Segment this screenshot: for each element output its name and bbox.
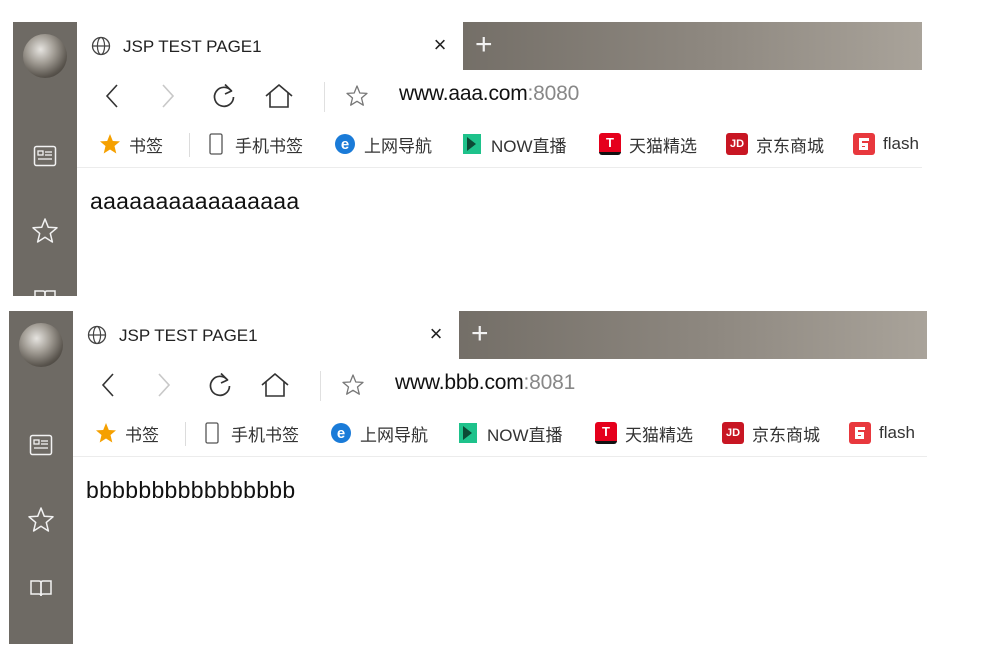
book-icon[interactable] <box>27 574 55 602</box>
bookmark-page-button[interactable] <box>340 371 366 399</box>
reload-button[interactable] <box>210 82 238 110</box>
browser-window-2: JSP TEST PAGE1 × + www.bbb.com:8081 书签 手… <box>9 311 927 644</box>
home-button[interactable] <box>263 82 295 110</box>
reload-icon <box>209 372 231 397</box>
globe-icon <box>87 325 107 350</box>
url-host: www.bbb.com <box>395 371 524 394</box>
url-host: www.aaa.com <box>399 82 528 105</box>
now-icon <box>461 133 483 155</box>
chevron-right-icon <box>158 373 171 397</box>
bookmark-item-flash[interactable]: flash <box>849 421 915 445</box>
sidebar <box>9 311 73 644</box>
bookmark-item-bookmarks[interactable]: 书签 <box>95 421 159 445</box>
tmall-icon: T <box>599 133 621 155</box>
bookmark-page-button[interactable] <box>344 82 370 110</box>
address-bar[interactable]: www.bbb.com:8081 <box>395 371 575 395</box>
bookmark-item-nav[interactable]: e 上网导航 <box>330 421 428 445</box>
toolbar-divider <box>320 371 321 401</box>
bookmark-item-now[interactable]: NOW直播 <box>457 421 563 445</box>
tab-active[interactable]: JSP TEST PAGE1 × <box>77 22 463 70</box>
bookmarks-bar: 书签 手机书签 e 上网导航 NOW直播 T 天猫精选 JD 京东商城 flas… <box>77 120 922 168</box>
bookmark-item-jd[interactable]: JD 京东商城 <box>726 132 824 156</box>
page-content: aaaaaaaaaaaaaaaa <box>77 168 922 296</box>
tab-strip: JSP TEST PAGE1 × + <box>73 311 927 359</box>
bookmark-item-mobile[interactable]: 手机书签 <box>205 132 303 156</box>
avatar[interactable] <box>23 34 67 78</box>
home-icon <box>265 84 293 108</box>
jd-icon: JD <box>722 422 744 444</box>
page-content: bbbbbbbbbbbbbbbb <box>73 457 927 644</box>
forward-button[interactable] <box>153 371 175 399</box>
bookmark-item-now[interactable]: NOW直播 <box>461 132 567 156</box>
home-icon <box>261 373 289 397</box>
star-outline-icon <box>346 85 368 106</box>
home-button[interactable] <box>259 371 291 399</box>
flash-icon <box>849 422 871 444</box>
tab-title: JSP TEST PAGE1 <box>123 37 262 56</box>
browser-main: JSP TEST PAGE1 × + www.aaa.com:8080 书签 手… <box>77 22 922 296</box>
tab-title: JSP TEST PAGE1 <box>119 326 258 345</box>
bookmark-item-bookmarks[interactable]: 书签 <box>99 132 163 156</box>
reload-icon <box>213 83 235 108</box>
back-button[interactable] <box>97 371 119 399</box>
chevron-left-icon <box>105 84 118 108</box>
globe-icon <box>91 36 111 61</box>
tab-strip: JSP TEST PAGE1 × + <box>77 22 922 70</box>
ie-icon: e <box>330 422 352 444</box>
phone-icon <box>201 422 223 444</box>
jd-icon: JD <box>726 133 748 155</box>
ie-icon: e <box>334 133 356 155</box>
bookmark-item-nav[interactable]: e 上网导航 <box>334 132 432 156</box>
book-icon[interactable] <box>31 284 59 296</box>
address-bar[interactable]: www.aaa.com:8080 <box>399 82 579 106</box>
sidebar <box>13 22 77 296</box>
favorites-star-icon[interactable] <box>31 217 59 245</box>
tmall-icon: T <box>595 422 617 444</box>
bookmarks-bar: 书签 手机书签 e 上网导航 NOW直播 T 天猫精选 JD 京东商城 flas… <box>73 409 927 457</box>
bookmarks-divider <box>185 422 186 446</box>
bookmark-item-tmall[interactable]: T 天猫精选 <box>595 421 693 445</box>
chevron-left-icon <box>101 373 114 397</box>
flash-icon <box>853 133 875 155</box>
new-tab-button[interactable]: + <box>475 28 493 62</box>
favorites-star-icon[interactable] <box>27 506 55 534</box>
page-body-text: bbbbbbbbbbbbbbbb <box>86 477 296 503</box>
page-body-text: aaaaaaaaaaaaaaaa <box>90 188 300 214</box>
back-button[interactable] <box>101 82 123 110</box>
tab-active[interactable]: JSP TEST PAGE1 × <box>73 311 459 359</box>
browser-window-1: JSP TEST PAGE1 × + www.aaa.com:8080 书签 手… <box>13 22 922 296</box>
star-outline-icon <box>342 374 364 395</box>
star-icon <box>99 133 121 155</box>
chevron-right-icon <box>162 84 175 108</box>
bookmark-item-jd[interactable]: JD 京东商城 <box>722 421 820 445</box>
toolbar-divider <box>324 82 325 112</box>
new-tab-button[interactable]: + <box>471 317 489 351</box>
reading-list-icon[interactable] <box>31 142 59 170</box>
forward-button[interactable] <box>157 82 179 110</box>
now-icon <box>457 422 479 444</box>
bookmark-item-flash[interactable]: flash <box>853 132 919 156</box>
reload-button[interactable] <box>206 371 234 399</box>
reading-list-icon[interactable] <box>27 431 55 459</box>
star-icon <box>95 422 117 444</box>
toolbar: www.bbb.com:8081 <box>73 359 927 409</box>
url-port: :8081 <box>523 371 576 394</box>
avatar[interactable] <box>19 323 63 367</box>
toolbar: www.aaa.com:8080 <box>77 70 922 120</box>
close-tab-icon[interactable]: × <box>425 321 447 347</box>
close-tab-icon[interactable]: × <box>429 32 451 58</box>
bookmark-item-mobile[interactable]: 手机书签 <box>201 421 299 445</box>
bookmark-item-tmall[interactable]: T 天猫精选 <box>599 132 697 156</box>
svg-text:e: e <box>341 136 349 153</box>
browser-main: JSP TEST PAGE1 × + www.bbb.com:8081 书签 手… <box>73 311 927 644</box>
url-port: :8080 <box>527 82 580 105</box>
bookmarks-divider <box>189 133 190 157</box>
phone-icon <box>205 133 227 155</box>
svg-text:e: e <box>337 425 345 442</box>
